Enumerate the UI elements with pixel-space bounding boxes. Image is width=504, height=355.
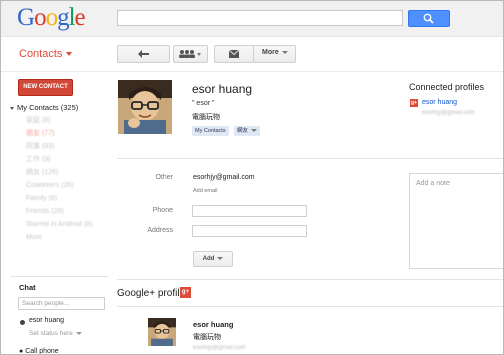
google-logo[interactable]: Google [17,4,86,31]
section-divider [117,306,503,307]
contact-avatar[interactable] [118,80,172,134]
gplus-icon: g+ [410,99,418,107]
sidebar-item[interactable]: More [10,231,110,244]
more-label: More [262,49,279,56]
connected-profiles-title: Connected profiles [409,82,485,92]
add-label: Add [202,256,215,262]
top-bar: Google [1,1,503,37]
note-placeholder: Add a note [416,180,450,187]
sidebar-item-my-contacts[interactable]: My Contacts (325) [10,102,110,114]
connected-profile-link[interactable]: esor huang [422,99,457,106]
sidebar-item[interactable]: Coworkers (26) [10,179,110,192]
address-label: Address [147,227,173,234]
search-input[interactable] [117,10,403,26]
chevron-down-icon [217,256,224,260]
phone-icon: ● [19,348,24,355]
chat-user-name: esor huang [29,317,65,324]
search-button[interactable] [408,10,450,27]
logo-letter: G [17,4,35,31]
note-textarea[interactable]: Add a note [409,173,503,269]
gplus-name[interactable]: esor huang [193,320,233,329]
chevron-down-icon [281,50,288,54]
search-icon [423,13,434,24]
avatar-image [148,318,176,346]
phone-label: Phone [152,207,173,214]
back-button[interactable] [117,45,170,63]
more-button[interactable]: More [253,45,296,63]
sidebar-item[interactable]: Family (8) [10,192,110,205]
connected-profile-email: esorhjy@gmail.com [422,110,475,116]
contacts-window: Google Contacts More NEW CONTACT My Cont… [0,0,504,355]
chevron-down-icon [75,331,82,335]
other-email-value[interactable]: esorhjy@gmail.com [193,174,255,181]
sidebar-item[interactable]: Starred in Android (8) [10,218,110,231]
sidebar-nav: My Contacts (325) 家庭 (8) 朋友 (77) 同事 (93)… [10,102,110,244]
section-divider [117,279,503,280]
call-phone-label: Call phone [25,348,59,355]
tag-label: 網友 [237,128,249,134]
app-title: Contacts [19,48,63,60]
chat-search-input[interactable]: Search people... [18,297,105,310]
avatar-image [118,80,172,134]
status-label: Set status here [29,330,73,337]
toolbar-row: Contacts More [1,37,503,72]
back-arrow-icon [138,50,149,58]
new-contact-button[interactable]: NEW CONTACT [18,79,73,96]
call-phone-link[interactable]: ● Call phone [19,348,59,355]
groups-icon [179,50,201,58]
chevron-down-icon [66,52,73,57]
expand-triangle-icon [10,106,14,110]
section-divider [117,158,503,159]
sidebar-divider [10,276,108,277]
gplus-avatar[interactable] [148,318,176,346]
groups-button[interactable] [173,45,208,63]
chevron-down-icon [251,129,258,133]
gplus-icon[interactable]: g+ [180,287,191,298]
add-field-button[interactable]: Add [193,251,233,267]
gplus-extra: esorhjy@gmail.com [193,345,246,351]
tag-my-contacts[interactable]: My Contacts [192,126,229,136]
gplus-company: 電腦玩物 [193,334,221,341]
other-label: Other [155,174,173,181]
logo-letter: o [45,4,58,31]
email-button[interactable] [214,45,254,63]
contact-name[interactable]: esor huang [192,82,252,96]
sidebar-item[interactable]: 網友 (126) [10,166,110,179]
logo-letter: g [57,4,69,31]
contact-nickname[interactable]: " esor " [192,100,214,107]
logo-letter: e [74,4,86,31]
online-status-icon [20,320,25,325]
add-email-link[interactable]: Add email [193,188,217,194]
sidebar-item[interactable]: 家庭 (8) [10,114,110,127]
gplus-section-title: Google+ profile [117,288,186,299]
contacts-app-menu[interactable]: Contacts [19,48,73,60]
set-status-menu[interactable]: Set status here [29,330,82,337]
envelope-icon [229,50,239,58]
tag-netfriend[interactable]: 網友 [234,126,261,136]
contact-company[interactable]: 電腦玩物 [192,112,220,122]
sidebar-item[interactable]: 工作 (9) [10,153,110,166]
sidebar-item[interactable]: 同事 (93) [10,140,110,153]
my-contacts-label: My Contacts (325) [17,103,79,112]
logo-letter: o [34,4,46,31]
chat-title: Chat [19,283,36,292]
phone-input[interactable] [192,205,307,217]
sidebar-item[interactable]: 朋友 (77) [10,127,110,140]
address-input[interactable] [192,225,307,237]
sidebar-item[interactable]: Friends (28) [10,205,110,218]
